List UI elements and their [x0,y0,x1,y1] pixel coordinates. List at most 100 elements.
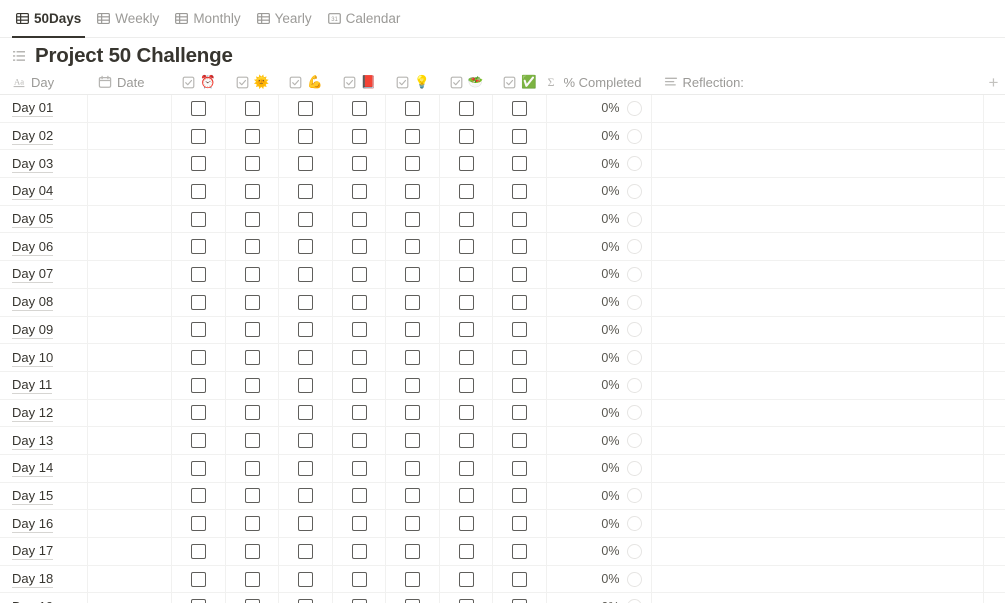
checkbox[interactable] [191,322,206,337]
cell-date[interactable] [88,455,172,482]
cell-checkbox-4[interactable] [333,289,387,316]
cell-checkbox-2[interactable] [226,123,280,150]
cell-checkbox-4[interactable] [333,123,387,150]
checkbox[interactable] [512,516,527,531]
cell-date[interactable] [88,95,172,122]
cell-date[interactable] [88,178,172,205]
checkbox[interactable] [405,488,420,503]
cell-checkbox-1[interactable] [172,95,226,122]
cell-checkbox-4[interactable] [333,593,387,603]
view-tab-monthly[interactable]: Monthly [167,0,248,37]
cell-checkbox-6[interactable] [440,344,494,371]
checkbox[interactable] [512,544,527,559]
cell-date[interactable] [88,400,172,427]
cell-checkbox-7[interactable] [493,206,547,233]
checkbox[interactable] [245,239,260,254]
cell-checkbox-2[interactable] [226,538,280,565]
checkbox[interactable] [298,544,313,559]
table-row[interactable]: Day 040% [0,178,1005,206]
cell-checkbox-3[interactable] [279,593,333,603]
checkbox[interactable] [512,572,527,587]
checkbox[interactable] [245,488,260,503]
cell-checkbox-1[interactable] [172,233,226,260]
cell-checkbox-4[interactable] [333,566,387,593]
cell-checkbox-1[interactable] [172,400,226,427]
cell-reflection[interactable] [652,400,984,427]
checkbox[interactable] [245,405,260,420]
day-page-link[interactable]: Day 02 [12,127,53,145]
checkbox[interactable] [298,322,313,337]
cell-checkbox-7[interactable] [493,427,547,454]
checkbox[interactable] [191,295,206,310]
checkbox[interactable] [459,488,474,503]
cell-checkbox-3[interactable] [279,317,333,344]
checkbox[interactable] [245,544,260,559]
checkbox[interactable] [245,350,260,365]
cell-checkbox-3[interactable] [279,372,333,399]
day-page-link[interactable]: Day 09 [12,321,53,339]
cell-checkbox-3[interactable] [279,566,333,593]
checkbox[interactable] [298,461,313,476]
checkbox[interactable] [512,322,527,337]
checkbox[interactable] [298,599,313,603]
cell-checkbox-1[interactable] [172,483,226,510]
cell-checkbox-1[interactable] [172,178,226,205]
checkbox[interactable] [512,350,527,365]
checkbox[interactable] [459,239,474,254]
cell-checkbox-1[interactable] [172,455,226,482]
cell-checkbox-1[interactable] [172,427,226,454]
cell-checkbox-5[interactable] [386,344,440,371]
checkbox[interactable] [245,184,260,199]
cell-checkbox-2[interactable] [226,483,280,510]
table-row[interactable]: Day 030% [0,150,1005,178]
cell-day[interactable]: Day 10 [0,344,88,371]
table-row[interactable]: Day 190% [0,593,1005,603]
day-page-link[interactable]: Day 07 [12,265,53,283]
cell-checkbox-6[interactable] [440,289,494,316]
cell-checkbox-3[interactable] [279,455,333,482]
cell-checkbox-7[interactable] [493,150,547,177]
checkbox[interactable] [245,212,260,227]
cell-checkbox-5[interactable] [386,206,440,233]
cell-checkbox-6[interactable] [440,483,494,510]
checkbox[interactable] [405,101,420,116]
cell-checkbox-5[interactable] [386,150,440,177]
cell-checkbox-4[interactable] [333,344,387,371]
day-page-link[interactable]: Day 14 [12,459,53,477]
cell-date[interactable] [88,261,172,288]
cell-reflection[interactable] [652,593,984,603]
checkbox[interactable] [191,350,206,365]
table-row[interactable]: Day 160% [0,510,1005,538]
cell-day[interactable]: Day 11 [0,372,88,399]
view-tab-weekly[interactable]: Weekly [89,0,167,37]
table-row[interactable]: Day 170% [0,538,1005,566]
cell-day[interactable]: Day 13 [0,427,88,454]
cell-checkbox-6[interactable] [440,178,494,205]
cell-checkbox-3[interactable] [279,289,333,316]
checkbox[interactable] [405,350,420,365]
cell-checkbox-2[interactable] [226,95,280,122]
cell-checkbox-2[interactable] [226,593,280,603]
cell-checkbox-6[interactable] [440,261,494,288]
cell-checkbox-3[interactable] [279,233,333,260]
column-header-c3[interactable]: 💪 [279,70,333,94]
cell-checkbox-2[interactable] [226,150,280,177]
cell-checkbox-3[interactable] [279,150,333,177]
checkbox[interactable] [191,572,206,587]
cell-checkbox-4[interactable] [333,538,387,565]
cell-day[interactable]: Day 03 [0,150,88,177]
checkbox[interactable] [191,488,206,503]
cell-reflection[interactable] [652,261,984,288]
day-page-link[interactable]: Day 03 [12,155,53,173]
checkbox[interactable] [352,101,367,116]
view-tab-yearly[interactable]: Yearly [249,0,320,37]
checkbox[interactable] [245,378,260,393]
checkbox[interactable] [352,267,367,282]
checkbox[interactable] [298,129,313,144]
cell-checkbox-3[interactable] [279,344,333,371]
checkbox[interactable] [298,516,313,531]
checkbox[interactable] [459,461,474,476]
day-page-link[interactable]: Day 01 [12,99,53,117]
checkbox[interactable] [245,433,260,448]
cell-checkbox-2[interactable] [226,317,280,344]
